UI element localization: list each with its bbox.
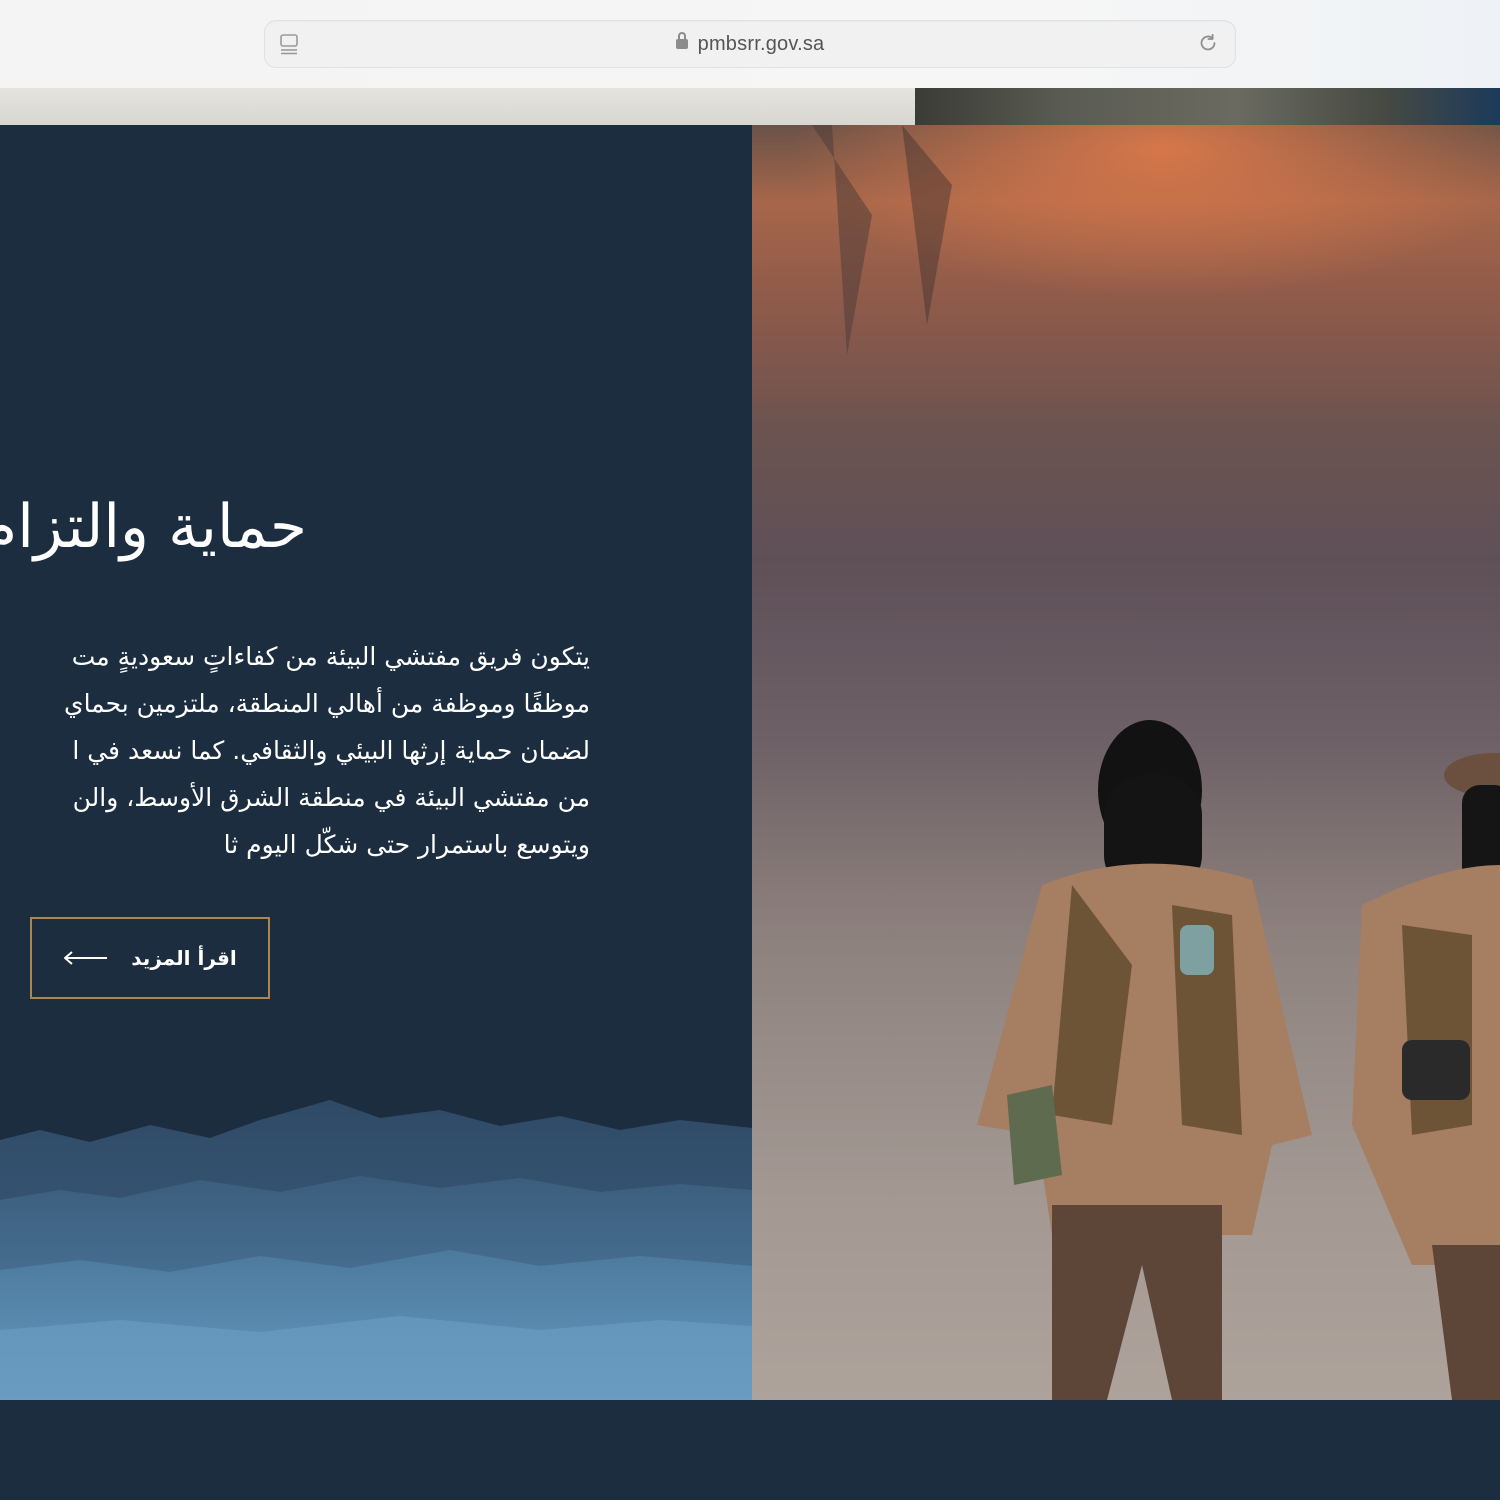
paragraph-line: من مفتشي البيئة في منطقة الشرق الأوسط، و… [72,783,590,812]
browser-toolbar: pmbsrr.gov.sa [0,0,1500,88]
paragraph-line: يتكون فريق مفتشي البيئة من كفاءاتٍ سعودي… [71,642,590,671]
read-more-label: اقرأ المزيد [131,946,237,970]
paragraph-line: ويتوسع باستمرار حتى شكّل اليوم ثا [223,830,590,859]
read-more-button[interactable]: اقرأ المزيد [30,917,270,999]
hero-paragraph: يتكون فريق مفتشي البيئة من كفاءاتٍ سعودي… [0,633,590,868]
hero-text-panel: حماية والتزام يتكون فريق مفتشي البيئة من… [0,125,752,1400]
reload-icon[interactable] [1197,32,1219,54]
url-text: pmbsrr.gov.sa [697,33,825,55]
url-display[interactable]: pmbsrr.gov.sa [265,32,1235,56]
paragraph-line: موظفًا وموظفة من أهالي المنطقة، ملتزمين … [64,689,590,718]
page-top-strip [0,88,915,125]
lock-icon [675,32,688,49]
hero-photo [752,125,1500,1400]
page-top-image-strip [915,88,1500,125]
hero-heading: حماية والتزام [0,492,307,562]
arrow-left-icon [64,951,108,965]
decorative-waves [0,1100,752,1400]
address-bar[interactable]: pmbsrr.gov.sa [264,20,1236,68]
photo-illustration [752,125,1500,1400]
paragraph-line: لضمان حماية إرثها البيئي والثقافي. كما ن… [72,736,590,765]
section-bottom-band [0,1400,1500,1500]
